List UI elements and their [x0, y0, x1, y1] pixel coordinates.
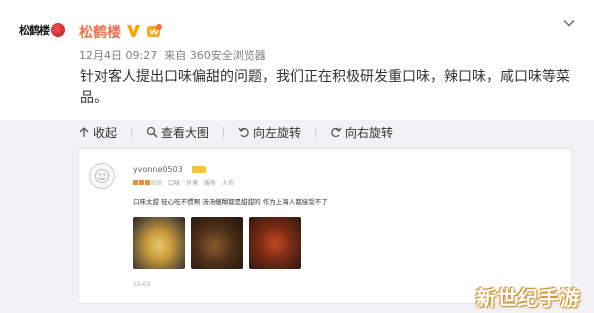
rotate-right-label: 向右旋转: [345, 125, 394, 140]
avatar[interactable]: 松鹤楼: [14, 22, 70, 56]
post-source[interactable]: 来自 360安全浏览器: [164, 47, 266, 63]
rotate-right-button[interactable]: 向右旋转: [330, 124, 393, 140]
user-name[interactable]: 松鹤楼: [79, 22, 121, 42]
rating-item: 环境: [186, 180, 199, 187]
review-rating: 口味 环境 服务 人均: [133, 178, 234, 187]
divider: [131, 126, 133, 138]
avatar-emblem: [51, 23, 65, 37]
avatar-logo: 松鹤楼: [19, 22, 65, 38]
verified-icon: [125, 23, 141, 38]
divider: [315, 126, 317, 138]
star-filled: [139, 180, 144, 185]
chevron-down-icon[interactable]: [562, 15, 576, 29]
review-text: 口味太甜 轻心吃不惯啊 汤汤鳝糊都是甜甜的 作为上海人都接受不了: [133, 198, 328, 206]
rating-item: 口味: [168, 180, 181, 187]
vip-icon: [146, 23, 162, 38]
magnifier-icon: [146, 126, 158, 138]
divider: [223, 126, 225, 138]
star-empty: [157, 180, 162, 185]
post-meta: 12月4日 09:27 来自 360安全浏览器: [79, 47, 266, 63]
star-filled: [133, 180, 138, 185]
rotate-left-button[interactable]: 向左旋转: [238, 124, 301, 140]
rating-item: 服务: [204, 180, 217, 187]
rotate-left-label: 向左旋转: [253, 125, 302, 140]
reviewer-avatar: [89, 163, 115, 189]
rotate-right-icon: [330, 126, 342, 138]
view-large-label: 查看大图: [161, 125, 210, 140]
review-photo[interactable]: [191, 217, 243, 269]
view-large-button[interactable]: 查看大图: [146, 124, 209, 140]
reviewer-level-badge: [192, 166, 206, 173]
collapse-label: 收起: [93, 125, 118, 140]
embedded-review-image[interactable]: yvonne0503 口味 环境 服务 人均 口味太甜 轻心吃不惯啊 汤汤鳝糊都…: [78, 148, 572, 304]
review-photos: [133, 217, 301, 269]
post-header: 松鹤楼 松鹤楼 12月4日 09:27 来自 360安全浏览器: [0, 0, 594, 66]
reviewer-name: yvonne0503: [133, 165, 183, 174]
media-actions: 收起 查看大图 向左旋转 向右旋转: [78, 124, 393, 140]
review-photo[interactable]: [133, 217, 185, 269]
avatar-brand-text: 松鹤楼: [19, 24, 50, 37]
review-photo[interactable]: [249, 217, 301, 269]
rating-stars: [133, 180, 162, 185]
rating-item: 人均: [222, 180, 235, 187]
collapse-button[interactable]: 收起: [78, 124, 117, 140]
watermark-logo: 新世纪手游: [476, 286, 581, 310]
post-date[interactable]: 12月4日 09:27: [79, 47, 157, 63]
rotate-left-icon: [238, 126, 250, 138]
review-date: 12-02: [133, 281, 151, 288]
star-empty: [151, 180, 156, 185]
collapse-icon: [78, 126, 90, 138]
post-text: 针对客人提出口味偏甜的问题，我们正在积极研发重口味，辣口味，咸口味等菜品。: [80, 69, 570, 106]
star-filled: [145, 180, 150, 185]
